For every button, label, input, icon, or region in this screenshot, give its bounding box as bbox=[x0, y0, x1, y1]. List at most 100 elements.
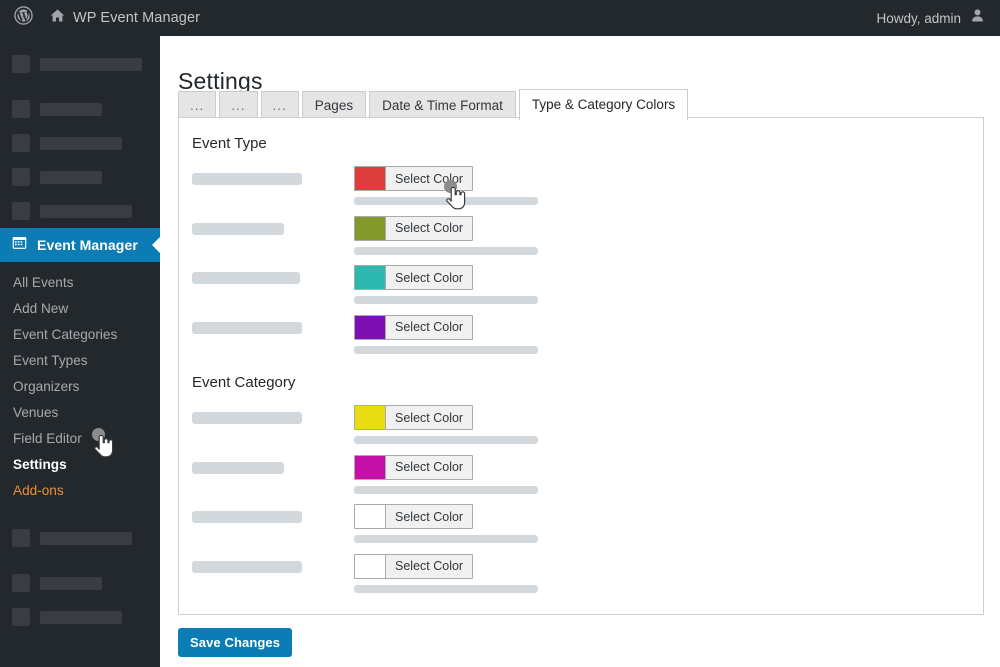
select-color-button[interactable]: Select Color bbox=[354, 405, 474, 430]
color-setting-row: Select Color bbox=[179, 214, 985, 263]
sidebar-item-event-manager[interactable]: Event Manager bbox=[0, 228, 160, 262]
redacted-menu-label bbox=[40, 610, 122, 624]
sidebar-subitem-add-new[interactable]: Add New bbox=[0, 296, 160, 322]
redacted-menu-label bbox=[40, 102, 102, 116]
event-manager-submenu: All Events Add New Event Categories Event T… bbox=[0, 262, 160, 510]
redacted-row-label bbox=[192, 173, 302, 185]
sidebar-redacted-item-top-1[interactable] bbox=[0, 92, 160, 126]
select-color-button[interactable]: Select Color bbox=[354, 265, 474, 290]
color-swatch[interactable] bbox=[355, 167, 386, 190]
site-name-menu[interactable]: WP Event Manager bbox=[41, 0, 208, 36]
redacted-row-label bbox=[192, 272, 300, 284]
sidebar-redacted-item-top-0[interactable] bbox=[0, 47, 160, 81]
color-setting-row: Select Color bbox=[179, 313, 985, 362]
redacted-menu-icon bbox=[12, 574, 30, 592]
redacted-menu-label bbox=[40, 57, 142, 71]
sidebar-redacted-item-top-3[interactable] bbox=[0, 160, 160, 194]
section-title-event-category: Event Category bbox=[192, 374, 296, 391]
wordpress-logo-icon bbox=[14, 6, 33, 30]
account-menu[interactable]: Howdy, admin bbox=[876, 7, 1000, 29]
redacted-menu-label bbox=[40, 531, 132, 545]
site-title: WP Event Manager bbox=[73, 10, 201, 26]
redacted-menu-label bbox=[40, 170, 102, 184]
wordpress-logo-button[interactable] bbox=[6, 0, 41, 36]
select-color-button[interactable]: Select Color bbox=[354, 215, 474, 241]
redacted-row-description bbox=[354, 485, 538, 494]
sidebar-subitem-event-categories[interactable]: Event Categories bbox=[0, 322, 160, 348]
sidebar-item-label: Event Manager bbox=[37, 237, 138, 253]
sidebar-subitem-settings[interactable]: Settings bbox=[0, 452, 160, 478]
tab-pages[interactable]: Pages bbox=[301, 91, 367, 119]
redacted-row-description bbox=[354, 436, 538, 444]
main-content: Settings ......... Pages Date & Time Forma… bbox=[160, 36, 1000, 667]
select-color-button[interactable]: Select Color bbox=[354, 166, 474, 191]
redacted-row-description bbox=[354, 584, 538, 593]
sidebar-subitem-organizers[interactable]: Organizers bbox=[0, 374, 160, 400]
select-color-button[interactable]: Select Color bbox=[354, 504, 474, 529]
tab-more-0[interactable]: ... bbox=[178, 91, 217, 119]
save-changes-button[interactable]: Save Changes bbox=[178, 628, 293, 657]
redacted-row-description bbox=[354, 345, 538, 354]
user-avatar-icon bbox=[969, 7, 986, 29]
redacted-menu-icon bbox=[12, 134, 30, 152]
tab-more-1[interactable]: ... bbox=[219, 91, 258, 119]
color-setting-row: Select Color bbox=[179, 403, 985, 452]
redacted-menu-icon bbox=[12, 168, 30, 186]
section-title-event-type: Event Type bbox=[192, 135, 267, 152]
redacted-menu-label bbox=[40, 576, 102, 590]
redacted-row-description bbox=[354, 246, 538, 255]
tab-more-2[interactable]: ... bbox=[260, 91, 299, 119]
color-swatch[interactable] bbox=[355, 266, 386, 289]
redacted-row-description bbox=[354, 535, 538, 543]
select-color-label: Select Color bbox=[395, 460, 464, 474]
admin-sidebar: Event Manager All Events Add New Event Cat… bbox=[0, 36, 160, 667]
select-color-label: Select Color bbox=[395, 171, 464, 186]
tab-date-time-format[interactable]: Date & Time Format bbox=[369, 91, 516, 119]
select-color-label: Select Color bbox=[395, 509, 464, 524]
select-color-button[interactable]: Select Color bbox=[354, 553, 474, 579]
color-swatch[interactable] bbox=[355, 505, 386, 528]
redacted-row-description bbox=[354, 296, 538, 304]
redacted-menu-icon bbox=[12, 202, 30, 220]
select-color-label: Select Color bbox=[395, 410, 464, 425]
redacted-row-label bbox=[192, 321, 302, 334]
color-swatch[interactable] bbox=[355, 455, 386, 479]
howdy-label: Howdy, admin bbox=[876, 10, 961, 26]
sidebar-redacted-item-bottom-1[interactable] bbox=[0, 566, 160, 600]
redacted-menu-label bbox=[40, 204, 132, 218]
sidebar-subitem-field-editor[interactable]: Field Editor bbox=[0, 426, 160, 452]
redacted-menu-group-bottom bbox=[0, 521, 160, 634]
color-swatch[interactable] bbox=[355, 406, 386, 429]
select-color-label: Select Color bbox=[395, 270, 464, 285]
color-setting-row: Select Color bbox=[179, 164, 985, 213]
active-menu-arrow-icon bbox=[152, 237, 160, 253]
select-color-label: Select Color bbox=[395, 221, 464, 235]
color-setting-row: Select Color bbox=[179, 453, 985, 502]
redacted-menu-label bbox=[40, 136, 122, 150]
color-swatch[interactable] bbox=[355, 216, 386, 240]
color-swatch[interactable] bbox=[355, 315, 386, 339]
redacted-menu-icon bbox=[12, 529, 30, 547]
select-color-label: Select Color bbox=[395, 559, 464, 573]
select-color-label: Select Color bbox=[395, 320, 464, 334]
sidebar-subitem-event-types[interactable]: Event Types bbox=[0, 348, 160, 374]
sidebar-redacted-item-top-4[interactable] bbox=[0, 194, 160, 228]
select-color-button[interactable]: Select Color bbox=[354, 454, 474, 480]
redacted-row-description bbox=[354, 197, 538, 205]
sidebar-redacted-item-top-2[interactable] bbox=[0, 126, 160, 160]
redacted-menu-icon bbox=[12, 608, 30, 626]
redacted-row-label bbox=[192, 222, 284, 235]
color-setting-row: Select Color bbox=[179, 502, 985, 551]
tab-type-category-colors[interactable]: Type & Category Colors bbox=[518, 89, 689, 120]
redacted-row-label bbox=[192, 461, 284, 474]
select-color-button[interactable]: Select Color bbox=[354, 314, 474, 340]
sidebar-redacted-item-bottom-0[interactable] bbox=[0, 521, 160, 555]
menu-separator bbox=[0, 81, 160, 92]
sidebar-subitem-venues[interactable]: Venues bbox=[0, 400, 160, 426]
sidebar-subitem-all-events[interactable]: All Events bbox=[0, 270, 160, 296]
sidebar-subitem-add-ons[interactable]: Add-ons bbox=[0, 478, 160, 504]
color-swatch[interactable] bbox=[355, 554, 386, 578]
menu-separator bbox=[0, 555, 160, 566]
sidebar-redacted-item-bottom-2[interactable] bbox=[0, 600, 160, 634]
color-setting-row: Select Color bbox=[179, 263, 985, 312]
